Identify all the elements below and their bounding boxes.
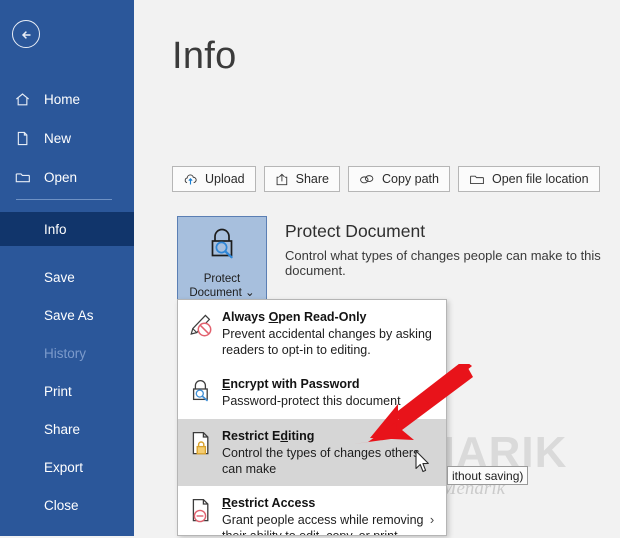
sidebar: Home New Open Info Save Save As History [0,0,134,536]
sidebar-item-save[interactable]: Save [0,260,134,294]
protect-button-line1: Protect [203,273,241,285]
sidebar-item-share[interactable]: Share [0,412,134,446]
sidebar-item-export[interactable]: Export [0,450,134,484]
sidebar-item-info[interactable]: Info [0,212,134,246]
sidebar-item-open[interactable]: Open [0,160,134,194]
share-icon [275,173,289,186]
link-icon [359,173,375,186]
sidebar-item-label: Open [44,169,78,185]
button-label: Open file location [491,172,589,186]
sidebar-item-label: Export [44,459,84,475]
menu-item-description: Prevent accidental changes by asking rea… [222,327,432,357]
toolbar: Upload Share Copy path Open file locatio… [172,166,600,192]
back-button[interactable] [12,20,40,48]
sidebar-item-save-as[interactable]: Save As [0,298,134,332]
menu-item-description: Password-protect this document [222,394,401,408]
page-lock-icon [188,428,222,477]
open-file-location-button[interactable]: Open file location [457,166,600,192]
sidebar-item-label: Share [44,421,81,437]
protect-document-heading: Protect Document [285,221,426,241]
button-label: Upload [205,172,245,186]
sidebar-item-label: Save As [44,307,94,323]
sidebar-item-label: New [44,130,72,146]
page-title: Info [172,35,237,77]
lock-magnifier-icon [202,226,242,267]
menu-item-description: Control the types of changes others can … [222,446,420,476]
sidebar-item-print[interactable]: Print [0,374,134,408]
menu-item-always-open-read-only[interactable]: Always Open Read-Only Prevent accidental… [178,300,446,367]
copy-path-button[interactable]: Copy path [347,166,450,192]
menu-item-title: Encrypt with Password [222,377,360,391]
menu-item-title: Restrict Editing [222,429,315,443]
folder-open-icon [469,173,485,186]
menu-item-title: Restrict Access [222,496,316,510]
home-icon [14,91,42,108]
sidebar-item-label: Info [44,221,67,237]
sidebar-item-label: Print [44,383,72,399]
menu-item-text: Always Open Read-Only Prevent accidental… [222,309,440,358]
sidebar-item-label: Home [44,91,81,107]
menu-item-restrict-access[interactable]: Restrict Access Grant people access whil… [178,486,446,536]
protect-button-line2: Document [189,287,242,299]
protect-document-description: Control what types of changes people can… [285,248,601,278]
sidebar-divider [16,199,112,200]
cloud-upload-icon [183,173,198,186]
menu-item-encrypt-with-password[interactable]: Encrypt with Password Password-protect t… [178,367,446,419]
chevron-right-icon: › [429,512,435,527]
sidebar-item-label: Save [44,269,75,285]
chevron-down-icon: ⌄ [244,287,255,299]
menu-item-text: Restrict Editing Control the types of ch… [222,428,440,477]
protect-document-button[interactable]: Protect Document ⌄ [177,216,267,300]
pencil-no-entry-icon [188,309,222,358]
sidebar-item-home[interactable]: Home [0,82,134,116]
menu-item-text: Encrypt with Password Password-protect t… [222,376,440,410]
sidebar-item-new[interactable]: New [0,121,134,155]
protect-document-button-label: Protect Document ⌄ [189,272,254,300]
lock-key-icon [188,376,222,410]
sidebar-item-label: Close [44,497,79,513]
button-label: Copy path [381,172,439,186]
share-button[interactable]: Share [263,166,340,192]
protect-document-menu: Always Open Read-Only Prevent accidental… [177,299,447,536]
folder-icon [14,169,42,186]
tooltip: ithout saving) [447,466,529,485]
menu-item-restrict-editing[interactable]: Restrict Editing Control the types of ch… [178,419,446,486]
menu-item-description: Grant people access while removing their… [222,513,424,536]
menu-item-title: Always Open Read-Only [222,310,367,324]
page-icon [14,130,42,147]
upload-button[interactable]: Upload [172,166,256,192]
sidebar-item-close[interactable]: Close [0,488,134,522]
menu-item-text: Restrict Access Grant people access whil… [222,495,424,536]
sidebar-item-history: History [0,336,134,370]
sidebar-item-label: History [44,345,87,361]
page-no-entry-icon [188,495,222,535]
button-label: Share [295,172,329,186]
